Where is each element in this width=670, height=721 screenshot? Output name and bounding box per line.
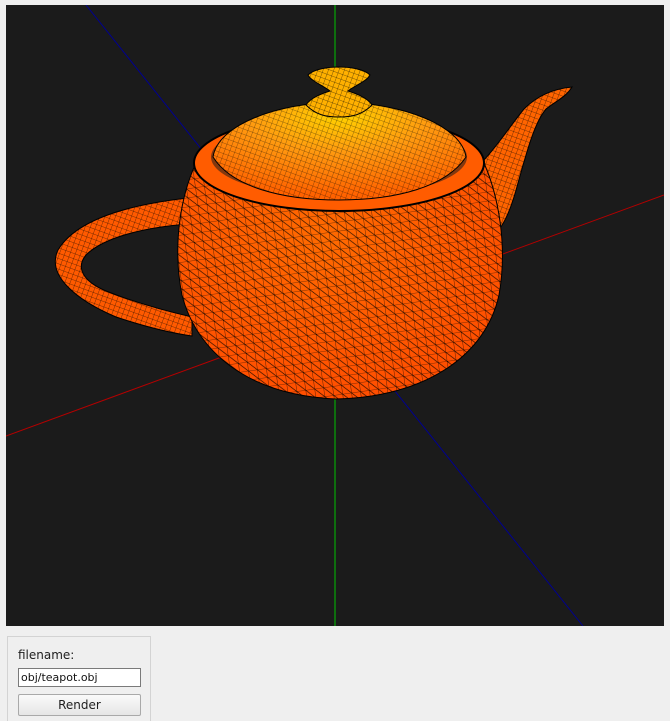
- render-canvas: [6, 5, 664, 626]
- app-window: filename: Render: [0, 0, 670, 721]
- render-viewport[interactable]: [6, 5, 664, 626]
- teapot-model: [54, 66, 573, 400]
- filename-input[interactable]: [18, 668, 141, 687]
- filename-label: filename:: [18, 648, 75, 662]
- controls-panel: filename: Render: [7, 636, 151, 721]
- render-button[interactable]: Render: [18, 694, 141, 716]
